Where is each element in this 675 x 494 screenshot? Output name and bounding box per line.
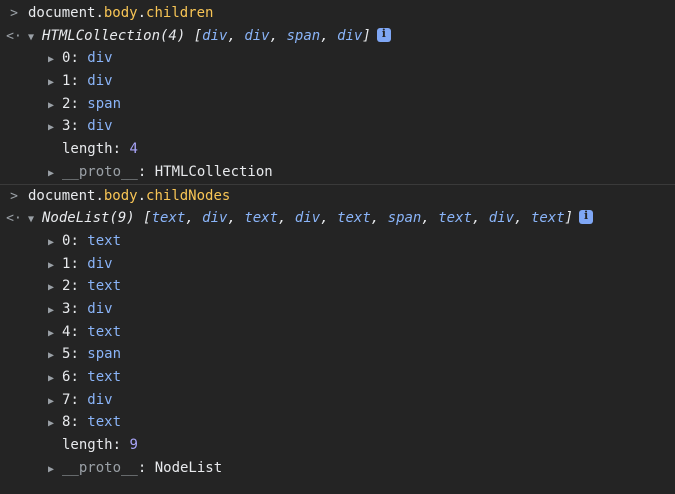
property-row[interactable]: ▶ 8: text bbox=[0, 411, 675, 434]
input-dot: . bbox=[137, 5, 147, 21]
property-row[interactable]: ▶ 2: text bbox=[0, 275, 675, 298]
preview-bracket-open: [ bbox=[143, 210, 152, 227]
preview-bracket-close: ] bbox=[564, 210, 574, 227]
proto-key: __proto__ bbox=[62, 459, 138, 476]
preview-item: span bbox=[286, 27, 321, 44]
input-property: childNodes bbox=[146, 187, 231, 204]
collapsed-arrow-icon[interactable]: ▶ bbox=[48, 255, 62, 276]
collapsed-arrow-icon[interactable]: ▶ bbox=[48, 323, 62, 344]
collapsed-arrow-icon[interactable]: ▶ bbox=[48, 95, 62, 116]
property-value: div bbox=[87, 255, 113, 272]
prompt-icon: > bbox=[10, 6, 18, 21]
preview-item: div bbox=[202, 27, 228, 44]
property-value: text bbox=[87, 278, 122, 295]
input-dot: . bbox=[95, 5, 104, 21]
preview-bracket-close: ] bbox=[362, 27, 371, 44]
preview-item: div bbox=[202, 210, 228, 227]
result-header[interactable]: <· ▼ NodeList(9) [text, div, text, div, te… bbox=[0, 207, 675, 230]
collapsed-arrow-icon[interactable]: ▶ bbox=[48, 49, 62, 70]
console-input-line[interactable]: > document.body.children bbox=[0, 2, 675, 25]
property-row[interactable]: ▶ 5: span bbox=[0, 343, 675, 366]
return-value-icon: <· bbox=[6, 28, 22, 44]
property-row[interactable]: ▶ 4: text bbox=[0, 321, 675, 344]
preview-item: div bbox=[294, 210, 321, 227]
console-input-line[interactable]: > document.body.childNodes bbox=[0, 185, 675, 208]
property-value: span bbox=[87, 346, 122, 363]
preview-item: div bbox=[488, 210, 515, 227]
input-dot: . bbox=[95, 187, 104, 204]
result-header[interactable]: <· ▼ HTMLCollection(4) [div, div, span, di… bbox=[0, 25, 675, 48]
preview-item: text bbox=[337, 210, 371, 227]
collapsed-arrow-icon[interactable]: ▶ bbox=[48, 391, 62, 412]
property-value: div bbox=[87, 118, 113, 135]
collapsed-arrow-icon[interactable]: ▶ bbox=[48, 368, 62, 389]
proto-row[interactable]: ▶ __proto__: HTMLCollection bbox=[0, 161, 675, 184]
length-value: 4 bbox=[129, 141, 138, 158]
length-row: length: 9 bbox=[62, 437, 138, 454]
property-value: div bbox=[87, 300, 113, 317]
input-property: body bbox=[103, 5, 138, 21]
collapsed-arrow-icon[interactable]: ▶ bbox=[48, 277, 62, 298]
preview-item: text bbox=[438, 210, 472, 227]
length-key: length bbox=[62, 141, 113, 158]
collapsed-arrow-icon[interactable]: ▶ bbox=[48, 300, 62, 321]
collapsed-arrow-icon[interactable]: ▶ bbox=[48, 163, 62, 184]
collapsed-arrow-icon[interactable]: ▶ bbox=[48, 345, 62, 366]
collapsed-arrow-icon[interactable]: ▶ bbox=[48, 413, 62, 434]
property-row[interactable]: ▶ 7: div bbox=[0, 389, 675, 412]
result-type: HTMLCollection(4) bbox=[42, 27, 186, 44]
preview-item: div bbox=[244, 27, 270, 44]
property-row[interactable]: ▶ 3: div bbox=[0, 298, 675, 321]
expanded-arrow-icon[interactable]: ▼ bbox=[28, 209, 42, 230]
property-row[interactable]: ▶ 1: div bbox=[0, 70, 675, 93]
property-value: text bbox=[87, 369, 122, 385]
devtools-console: > document.body.children <· ▼ HTMLCollection… bbox=[0, 0, 675, 494]
collapsed-arrow-icon[interactable]: ▶ bbox=[48, 117, 62, 138]
collapsed-arrow-icon[interactable]: ▶ bbox=[48, 459, 62, 480]
property-value: div bbox=[87, 391, 113, 408]
property-row[interactable]: ▶ 6: text bbox=[0, 366, 675, 389]
property-row[interactable]: ▶ 3: div bbox=[0, 115, 675, 138]
property-value: text bbox=[87, 232, 122, 249]
property-value: span bbox=[87, 95, 122, 112]
console-entry: > document.body.childNodes <· ▼ NodeList(9) … bbox=[0, 185, 675, 480]
preview-item: text bbox=[530, 210, 565, 227]
input-dot: . bbox=[137, 187, 147, 204]
collapsed-arrow-icon[interactable]: ▶ bbox=[48, 72, 62, 93]
property-row[interactable]: ▶ 0: div bbox=[0, 47, 675, 70]
info-icon[interactable] bbox=[376, 25, 391, 45]
input-object: document bbox=[28, 187, 96, 204]
property-row[interactable]: ▶ 2: span bbox=[0, 93, 675, 116]
preview-item: div bbox=[337, 27, 363, 44]
preview-bracket-open: [ bbox=[193, 27, 203, 44]
property-value: div bbox=[87, 73, 113, 90]
input-property: children bbox=[146, 5, 214, 21]
length-row: length: 4 bbox=[62, 141, 138, 158]
property-row[interactable]: ▶ 1: div bbox=[0, 253, 675, 276]
property-row[interactable]: ▶ 0: text bbox=[0, 230, 675, 253]
property-value: div bbox=[87, 50, 113, 67]
expanded-arrow-icon[interactable]: ▼ bbox=[28, 27, 42, 48]
proto-value: NodeList bbox=[154, 459, 223, 476]
input-property: body bbox=[103, 187, 138, 204]
proto-value: HTMLCollection bbox=[154, 163, 273, 180]
preview-item: text bbox=[151, 210, 186, 227]
prompt-icon: > bbox=[10, 188, 18, 204]
preview-item: span bbox=[387, 210, 422, 227]
return-value-icon: <· bbox=[6, 211, 22, 227]
collapsed-arrow-icon[interactable]: ▶ bbox=[48, 232, 62, 253]
proto-key: __proto__ bbox=[62, 163, 138, 180]
preview-item: text bbox=[244, 210, 279, 227]
length-key: length bbox=[62, 437, 113, 454]
info-icon[interactable] bbox=[579, 207, 594, 228]
result-type: NodeList(9) bbox=[42, 210, 135, 227]
length-value: 9 bbox=[129, 437, 138, 454]
console-entry: > document.body.children <· ▼ HTMLCollection… bbox=[0, 2, 675, 185]
input-object: document bbox=[28, 5, 96, 21]
proto-row[interactable]: ▶ __proto__: NodeList bbox=[0, 457, 675, 480]
property-value: text bbox=[87, 323, 122, 340]
property-value: text bbox=[87, 414, 122, 431]
